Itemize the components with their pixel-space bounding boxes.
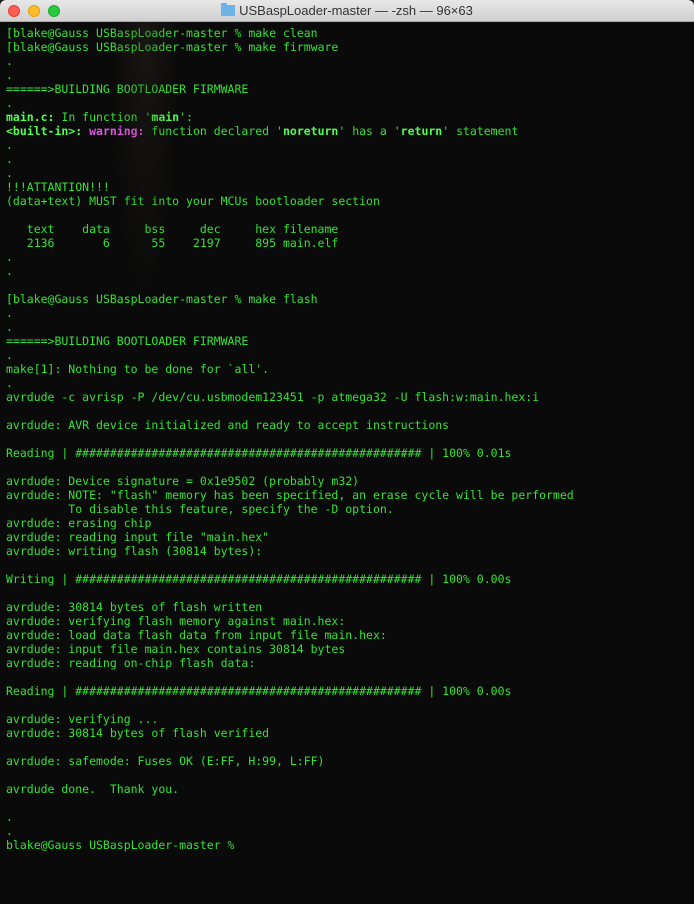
terminal-line: . xyxy=(6,54,688,68)
titlebar[interactable]: USBaspLoader-master — -zsh — 96×63 xyxy=(0,0,694,22)
terminal-line xyxy=(6,404,688,418)
traffic-lights xyxy=(0,5,60,17)
terminal-line: text data bss dec hex filename xyxy=(6,222,688,236)
terminal-line: 2136 6 55 2197 895 main.elf xyxy=(6,236,688,250)
terminal-line: avrdude: AVR device initialized and read… xyxy=(6,418,688,432)
minimize-button[interactable] xyxy=(28,5,40,17)
terminal-line: ======>BUILDING BOOTLOADER FIRMWARE xyxy=(6,82,688,96)
terminal-line: avrdude: 30814 bytes of flash verified xyxy=(6,726,688,740)
terminal-line: . xyxy=(6,166,688,180)
folder-icon xyxy=(221,5,235,16)
terminal-line: avrdude: reading on-chip flash data: xyxy=(6,656,688,670)
terminal-line xyxy=(6,586,688,600)
terminal-line: Reading | ##############################… xyxy=(6,684,688,698)
terminal-line xyxy=(6,208,688,222)
terminal-line: ======>BUILDING BOOTLOADER FIRMWARE xyxy=(6,334,688,348)
terminal-line: avrdude: load data flash data from input… xyxy=(6,628,688,642)
terminal-line: . xyxy=(6,306,688,320)
terminal-line: Reading | ##############################… xyxy=(6,446,688,460)
terminal-line: avrdude -c avrisp -P /dev/cu.usbmodem123… xyxy=(6,390,688,404)
terminal-line: avrdude: writing flash (30814 bytes): xyxy=(6,544,688,558)
terminal-line: Writing | ##############################… xyxy=(6,572,688,586)
terminal-line: avrdude: Device signature = 0x1e9502 (pr… xyxy=(6,474,688,488)
terminal-line: avrdude done. Thank you. xyxy=(6,782,688,796)
terminal-line: . xyxy=(6,810,688,824)
terminal-line xyxy=(6,796,688,810)
terminal-line: blake@Gauss USBaspLoader-master % xyxy=(6,838,688,852)
terminal-line: avrdude: 30814 bytes of flash written xyxy=(6,600,688,614)
terminal-line xyxy=(6,460,688,474)
terminal-line: . xyxy=(6,264,688,278)
terminal-line: avrdude: safemode: Fuses OK (E:FF, H:99,… xyxy=(6,754,688,768)
terminal-line: make[1]: Nothing to be done for `all'. xyxy=(6,362,688,376)
terminal-line: . xyxy=(6,320,688,334)
terminal-line: main.c: In function 'main': xyxy=(6,110,688,124)
terminal-line: . xyxy=(6,96,688,110)
terminal-line xyxy=(6,670,688,684)
window-title: USBaspLoader-master — -zsh — 96×63 xyxy=(0,3,694,18)
terminal-line xyxy=(6,432,688,446)
title-text: USBaspLoader-master — -zsh — 96×63 xyxy=(239,3,473,18)
terminal-line xyxy=(6,698,688,712)
terminal-line: avrdude: reading input file "main.hex" xyxy=(6,530,688,544)
terminal-line: [blake@Gauss USBaspLoader-master % make … xyxy=(6,292,688,306)
terminal-line: avrdude: NOTE: "flash" memory has been s… xyxy=(6,488,688,502)
terminal-line: !!!ATTANTION!!! xyxy=(6,180,688,194)
terminal-line: avrdude: verifying ... xyxy=(6,712,688,726)
close-button[interactable] xyxy=(8,5,20,17)
terminal-line: [blake@Gauss USBaspLoader-master % make … xyxy=(6,26,688,40)
terminal-line xyxy=(6,740,688,754)
terminal-line: . xyxy=(6,824,688,838)
terminal-line: . xyxy=(6,348,688,362)
maximize-button[interactable] xyxy=(48,5,60,17)
terminal-line: To disable this feature, specify the -D … xyxy=(6,502,688,516)
terminal-line: [blake@Gauss USBaspLoader-master % make … xyxy=(6,40,688,54)
terminal-line: (data+text) MUST fit into your MCUs boot… xyxy=(6,194,688,208)
terminal-line: avrdude: verifying flash memory against … xyxy=(6,614,688,628)
terminal-line: avrdude: input file main.hex contains 30… xyxy=(6,642,688,656)
terminal-line: avrdude: erasing chip xyxy=(6,516,688,530)
terminal-line: <built-in>: warning: function declared '… xyxy=(6,124,688,138)
terminal-line: . xyxy=(6,376,688,390)
terminal-body[interactable]: [blake@Gauss USBaspLoader-master % make … xyxy=(0,22,694,904)
terminal-line xyxy=(6,558,688,572)
terminal-line xyxy=(6,768,688,782)
terminal-line: . xyxy=(6,138,688,152)
terminal-line: . xyxy=(6,250,688,264)
terminal-window: USBaspLoader-master — -zsh — 96×63 [blak… xyxy=(0,0,694,904)
terminal-line: . xyxy=(6,152,688,166)
terminal-line xyxy=(6,278,688,292)
terminal-line: . xyxy=(6,68,688,82)
